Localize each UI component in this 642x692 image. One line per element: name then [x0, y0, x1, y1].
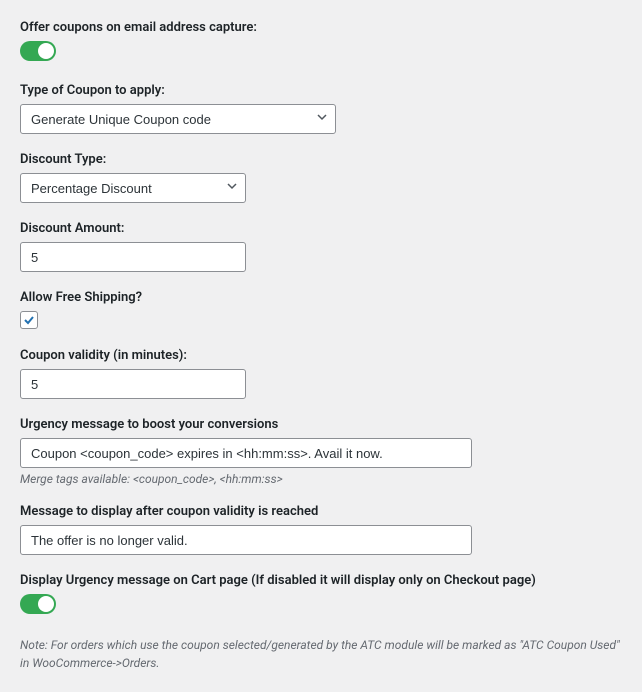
- offer-coupons-toggle[interactable]: [20, 41, 56, 61]
- expired-message-label: Message to display after coupon validity…: [20, 504, 622, 519]
- urgency-message-help: Merge tags available: <coupon_code>, <hh…: [20, 472, 622, 486]
- offer-coupons-label: Offer coupons on email address capture:: [20, 20, 622, 35]
- urgency-message-label: Urgency message to boost your conversion…: [20, 417, 622, 432]
- discount-type-select[interactable]: Percentage Discount: [20, 173, 246, 203]
- coupon-validity-input[interactable]: [20, 369, 246, 399]
- footer-note: Note: For orders which use the coupon se…: [20, 636, 622, 672]
- display-on-cart-toggle[interactable]: [20, 594, 56, 614]
- urgency-message-input[interactable]: [20, 438, 472, 468]
- coupon-type-select[interactable]: Generate Unique Coupon code: [20, 104, 336, 134]
- coupon-type-label: Type of Coupon to apply:: [20, 83, 622, 98]
- discount-amount-input[interactable]: [20, 242, 246, 272]
- discount-type-label: Discount Type:: [20, 152, 622, 167]
- toggle-knob: [38, 596, 54, 612]
- free-shipping-checkbox[interactable]: [20, 311, 38, 329]
- coupon-validity-label: Coupon validity (in minutes):: [20, 348, 622, 363]
- expired-message-input[interactable]: [20, 525, 472, 555]
- display-on-cart-label: Display Urgency message on Cart page (If…: [20, 573, 622, 588]
- free-shipping-label: Allow Free Shipping?: [20, 290, 622, 305]
- toggle-knob: [38, 43, 54, 59]
- check-icon: [23, 314, 35, 326]
- discount-amount-label: Discount Amount:: [20, 221, 622, 236]
